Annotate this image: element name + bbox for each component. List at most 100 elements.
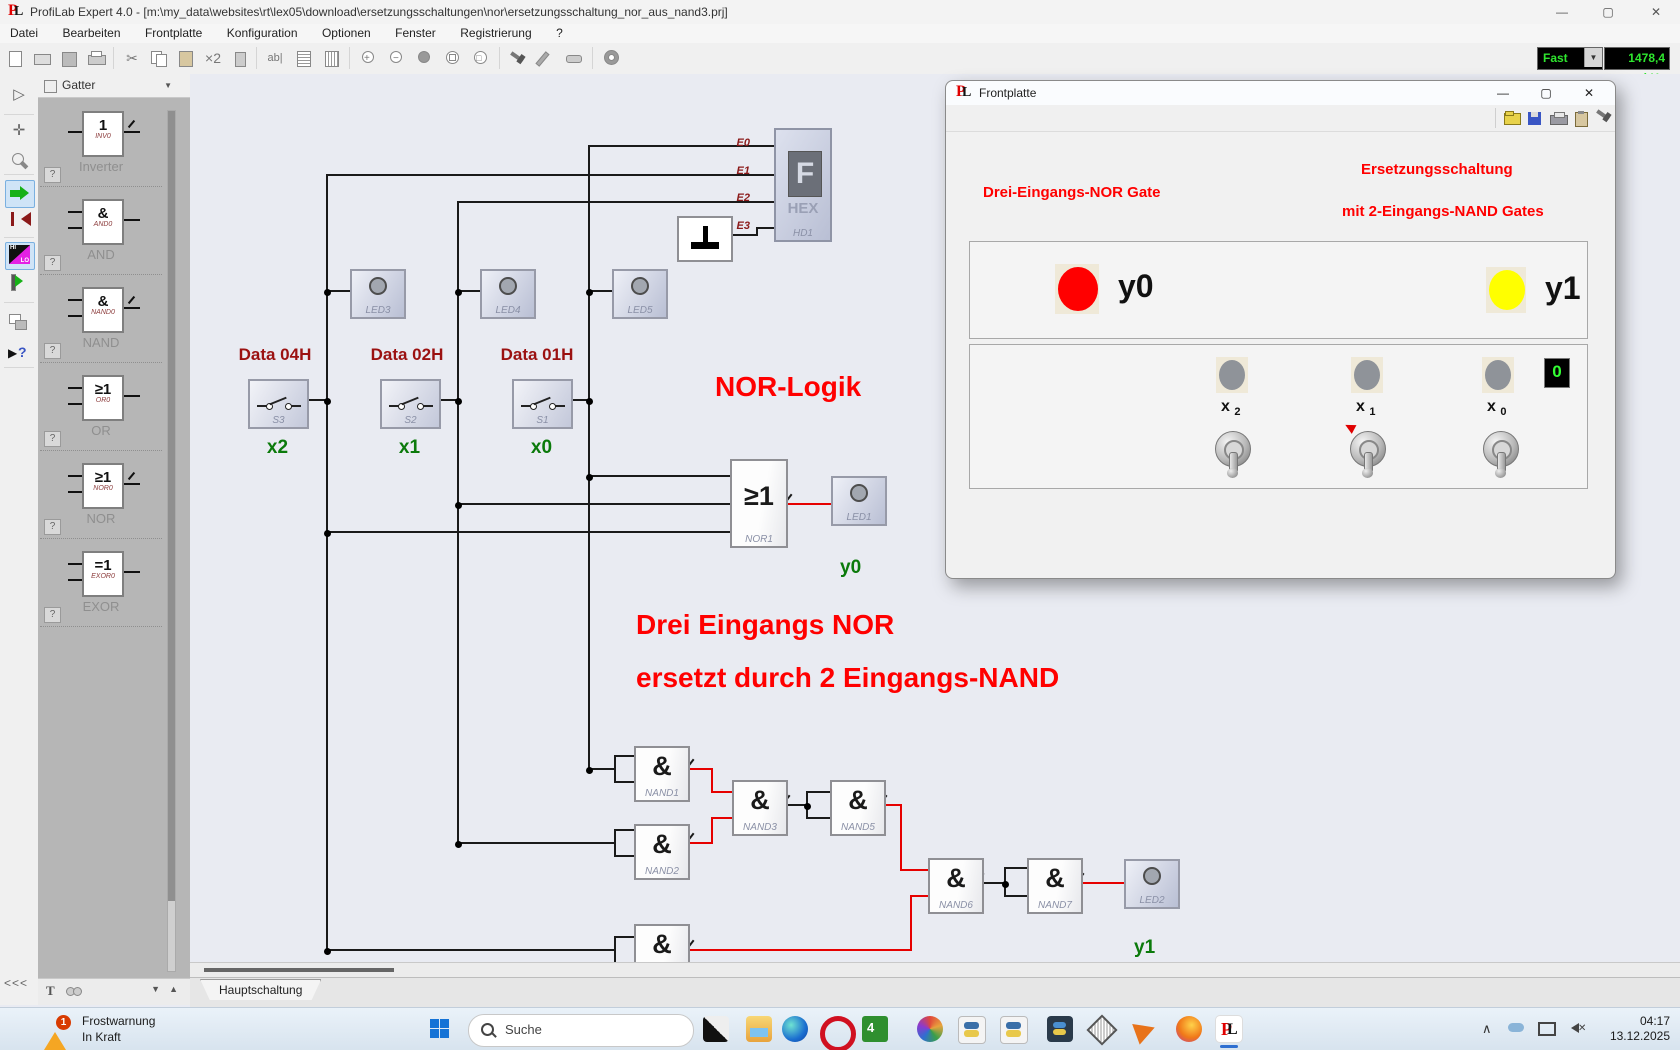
- paste-icon[interactable]: [174, 47, 198, 70]
- led-component[interactable]: LED4: [480, 269, 536, 319]
- pointer-tool-icon[interactable]: ▷: [5, 82, 33, 108]
- ground-component[interactable]: [677, 216, 733, 262]
- palette-item[interactable]: ≥1 OR0 OR ?: [40, 363, 162, 451]
- connect-tool-icon[interactable]: [563, 47, 587, 70]
- frontplatte-minimize-button[interactable]: —: [1481, 81, 1525, 105]
- copy-icon[interactable]: [147, 47, 171, 70]
- nand-gate[interactable]: &NAND2: [634, 824, 690, 880]
- menu-item[interactable]: Konfiguration: [217, 24, 308, 42]
- paste-panel-icon[interactable]: [1571, 109, 1591, 127]
- nand-gate[interactable]: &NAND6: [928, 858, 984, 914]
- palette-header[interactable]: Gatter ▼: [38, 74, 190, 98]
- close-button[interactable]: ✕: [1634, 0, 1678, 24]
- step-back-icon[interactable]: [5, 207, 33, 233]
- io-tool-icon[interactable]: [5, 269, 33, 295]
- item-help-button[interactable]: ?: [44, 431, 61, 447]
- scroll-up-icon[interactable]: ▲: [169, 984, 178, 994]
- start-button[interactable]: [430, 1019, 456, 1045]
- toggle-switch-x2[interactable]: [1215, 431, 1251, 467]
- taskbar-icon-firefox[interactable]: [1176, 1016, 1202, 1042]
- taskbar-icon-task-view[interactable]: [703, 1016, 729, 1042]
- hex-display-component[interactable]: F HEX HD1: [774, 128, 832, 242]
- text-label-tool-icon[interactable]: T: [46, 983, 55, 999]
- print-icon[interactable]: [84, 47, 108, 70]
- collapse-panel-button[interactable]: <<<: [4, 976, 28, 990]
- toggle-switch-x0[interactable]: [1483, 431, 1519, 467]
- speed-select[interactable]: Fast▼: [1537, 47, 1603, 70]
- led-component[interactable]: LED1: [831, 476, 887, 526]
- print-panel-icon[interactable]: [1548, 109, 1568, 127]
- led-component[interactable]: LED5: [612, 269, 668, 319]
- maximize-button[interactable]: ▢: [1586, 0, 1630, 24]
- taskbar-icon-python-file-1[interactable]: [958, 1016, 986, 1044]
- frontplatte-titlebar[interactable]: PL Frontplatte — ▢ ✕: [946, 81, 1615, 106]
- duplicate-icon[interactable]: ×2: [201, 47, 225, 70]
- taskbar-icon-python-console[interactable]: [1047, 1016, 1073, 1042]
- palette-item[interactable]: & AND0 AND ?: [40, 187, 162, 275]
- grid-large-icon[interactable]: [320, 47, 344, 70]
- palette-item[interactable]: =1 EXOR0 EXOR ?: [40, 539, 162, 627]
- toggle-switch-x1[interactable]: [1350, 431, 1386, 467]
- magnifier-tool-icon[interactable]: [5, 148, 33, 174]
- zoom-in-icon[interactable]: +: [357, 47, 381, 70]
- new-file-icon[interactable]: [3, 47, 27, 70]
- frontplatte-window[interactable]: PL Frontplatte — ▢ ✕ Drei-Eingangs-NOR G…: [945, 80, 1616, 579]
- zoom-all-icon[interactable]: □: [469, 47, 493, 70]
- taskbar-icon-pointer-orange[interactable]: [1133, 1016, 1159, 1042]
- tray-chevron-icon[interactable]: ∧: [1482, 1021, 1492, 1037]
- nand-gate[interactable]: &: [634, 924, 690, 962]
- palette-item[interactable]: & NAND0 NAND ?: [40, 275, 162, 363]
- switch-component[interactable]: S1: [512, 379, 573, 429]
- tab-hauptschaltung[interactable]: Hauptschaltung: [200, 979, 321, 1000]
- open-panel-icon[interactable]: [1502, 109, 1522, 127]
- zoom-selection-icon[interactable]: [441, 47, 465, 70]
- taskbar-icon-python-file-2[interactable]: [1000, 1016, 1028, 1044]
- taskbar-icon-profilab-active[interactable]: PL: [1216, 1016, 1242, 1042]
- menu-item[interactable]: Optionen: [312, 24, 381, 42]
- scroll-down-icon[interactable]: ▼: [151, 984, 160, 994]
- probe-tool-icon[interactable]: [535, 47, 559, 70]
- canvas-h-scrollbar[interactable]: [190, 962, 1680, 978]
- taskbar-icon-irfanview[interactable]: 4: [862, 1016, 888, 1042]
- menu-item[interactable]: Frontplatte: [135, 24, 212, 42]
- taskbar-icon-palette[interactable]: [917, 1016, 943, 1042]
- node-tool-icon[interactable]: ✛: [5, 118, 33, 144]
- nand-gate[interactable]: &NAND3: [732, 780, 788, 836]
- palette-dropdown-icon[interactable]: ▼: [164, 74, 172, 97]
- menu-item[interactable]: ?: [546, 24, 573, 42]
- palette-scrollbar[interactable]: [167, 110, 176, 972]
- nor-gate[interactable]: ≥1 NOR1: [730, 459, 788, 548]
- nand-gate[interactable]: &NAND7: [1027, 858, 1083, 914]
- frontplatte-maximize-button[interactable]: ▢: [1524, 81, 1568, 105]
- item-help-button[interactable]: ?: [44, 167, 61, 183]
- taskbar-icon-file-explorer[interactable]: [746, 1016, 772, 1042]
- edit-panel-icon[interactable]: [1593, 109, 1613, 127]
- taskbar-clock[interactable]: 04:17 13.12.2025: [1610, 1014, 1670, 1044]
- delete-icon[interactable]: [228, 47, 252, 70]
- copy-components-icon[interactable]: [5, 310, 33, 336]
- menu-item[interactable]: Registrierung: [450, 24, 541, 42]
- item-help-button[interactable]: ?: [44, 343, 61, 359]
- nand-gate[interactable]: &NAND5: [830, 780, 886, 836]
- item-help-button[interactable]: ?: [44, 519, 61, 535]
- run-forward-icon[interactable]: [5, 180, 35, 208]
- menu-item[interactable]: Bearbeiten: [52, 24, 130, 42]
- item-help-button[interactable]: ?: [44, 255, 61, 271]
- save-icon[interactable]: [57, 47, 81, 70]
- item-help-button[interactable]: ?: [44, 607, 61, 623]
- frontplatte-close-button[interactable]: ✕: [1567, 81, 1611, 105]
- alert-subtitle[interactable]: In Kraft: [82, 1030, 121, 1044]
- zoom-out-icon[interactable]: −: [385, 47, 409, 70]
- search-box[interactable]: Suche: [468, 1014, 694, 1047]
- palette-item[interactable]: 1 INV0 Inverter ?: [40, 99, 162, 187]
- menu-item[interactable]: Datei: [0, 24, 48, 42]
- switch-component[interactable]: S3: [248, 379, 309, 429]
- context-help-icon[interactable]: ▶?: [5, 337, 33, 363]
- nand-gate[interactable]: &NAND1: [634, 746, 690, 802]
- hi-lo-tool-icon[interactable]: HILO: [5, 242, 35, 270]
- switch-component[interactable]: S2: [380, 379, 441, 429]
- text-tool-icon[interactable]: ab|: [263, 47, 287, 70]
- minimize-button[interactable]: —: [1540, 0, 1584, 24]
- taskbar-icon-edge[interactable]: [782, 1016, 808, 1042]
- cut-icon[interactable]: ✂: [120, 47, 144, 70]
